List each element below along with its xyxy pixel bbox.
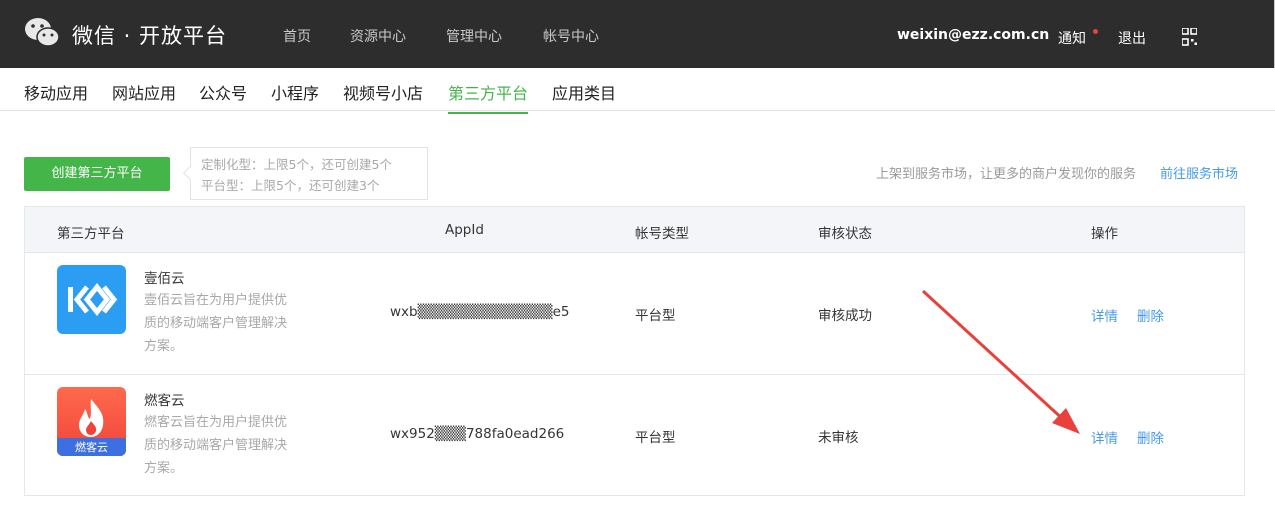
logout-link[interactable]: 退出 [1118,28,1146,48]
header-appid: AppId [445,222,484,238]
tab-third-party-platform[interactable]: 第三方平台 [448,80,529,114]
platform-table: 第三方平台 AppId 帐号类型 审核状态 操作 壹佰云 壹佰云旨在为用户提供优… [24,206,1245,496]
header-platform: 第三方平台 [57,226,125,242]
brand-title[interactable]: 微信 · 开放平台 [72,20,227,50]
market-hint: 上架到服务市场，让更多的商户发现你的服务 [876,167,1137,182]
app-name: 燃客云 [144,393,185,409]
audit-status: 未审核 [818,430,859,446]
create-platform-button[interactable]: 创建第三方平台 [24,157,170,191]
qr-code-icon[interactable] [1182,28,1197,46]
notice-badge [1093,29,1098,34]
tab-official-account[interactable]: 公众号 [199,80,247,112]
audit-status: 审核成功 [818,308,872,324]
nav-management[interactable]: 管理中心 [446,26,502,46]
tab-mini-program[interactable]: 小程序 [271,80,319,112]
appid-text: wx952▒▒▒788fa0ead266 [390,426,565,442]
account-type: 平台型 [635,430,676,446]
limit-platform-text: 平台型：上限5个，还可创建3个 [201,178,380,193]
go-to-market-link[interactable]: 前往服务市场 [1160,163,1238,182]
nav-account[interactable]: 帐号中心 [543,26,599,46]
tab-app-category[interactable]: 应用类目 [552,80,616,112]
app-logo-icon [57,265,126,334]
account-type: 平台型 [635,308,676,324]
header-actions: 操作 [1091,226,1118,242]
wechat-logo-icon [25,18,60,47]
nav-home[interactable]: 首页 [283,26,311,46]
top-bar: 微信 · 开放平台 首页 资源中心 管理中心 帐号中心 weixin@ezz.c… [0,0,1275,68]
header-audit-status: 审核状态 [818,226,872,242]
appid-text: wxb▒▒▒▒▒▒▒▒▒▒▒▒▒e5 [390,304,570,320]
notice-link[interactable]: 通知 [1058,28,1086,48]
table-row: 燃客云 燃客云 燃客云旨在为用户提供优质的移动端客户管理解决方案。 wx952▒… [25,375,1244,497]
sub-nav: 移动应用 网站应用 公众号 小程序 视频号小店 第三方平台 应用类目 [0,68,1275,114]
app-name: 壹佰云 [144,271,185,287]
header-account-type: 帐号类型 [635,226,689,242]
delete-link[interactable]: 删除 [1137,305,1164,325]
table-header: 第三方平台 AppId 帐号类型 审核状态 操作 [25,207,1244,253]
app-description: 壹佰云旨在为用户提供优质的移动端客户管理解决方案。 [144,293,288,354]
tab-mobile-app[interactable]: 移动应用 [24,80,88,112]
limit-custom-text: 定制化型：上限5个，还可创建5个 [201,157,392,172]
nav-resources[interactable]: 资源中心 [350,26,406,46]
tab-web-app[interactable]: 网站应用 [112,80,176,112]
detail-link[interactable]: 详情 [1091,427,1118,447]
app-logo-icon: 燃客云 [57,387,126,456]
icon-label: 燃客云 [75,440,108,454]
table-row: 壹佰云 壹佰云旨在为用户提供优质的移动端客户管理解决方案。 wxb▒▒▒▒▒▒▒… [25,253,1244,375]
user-email[interactable]: weixin@ezz.com.cn [897,27,1049,43]
appid-value: wx952▒▒▒788fa0ead266 [390,426,564,442]
limits-tooltip: 定制化型：上限5个，还可创建5个 平台型：上限5个，还可创建3个 [190,147,428,200]
app-description: 燃客云旨在为用户提供优质的移动端客户管理解决方案。 [144,415,288,476]
detail-link[interactable]: 详情 [1091,305,1118,325]
tab-channels-store[interactable]: 视频号小店 [343,80,423,112]
delete-link[interactable]: 删除 [1137,427,1164,447]
appid-value: wxb▒▒▒▒▒▒▒▒▒▒▒▒▒e5 [390,304,569,320]
